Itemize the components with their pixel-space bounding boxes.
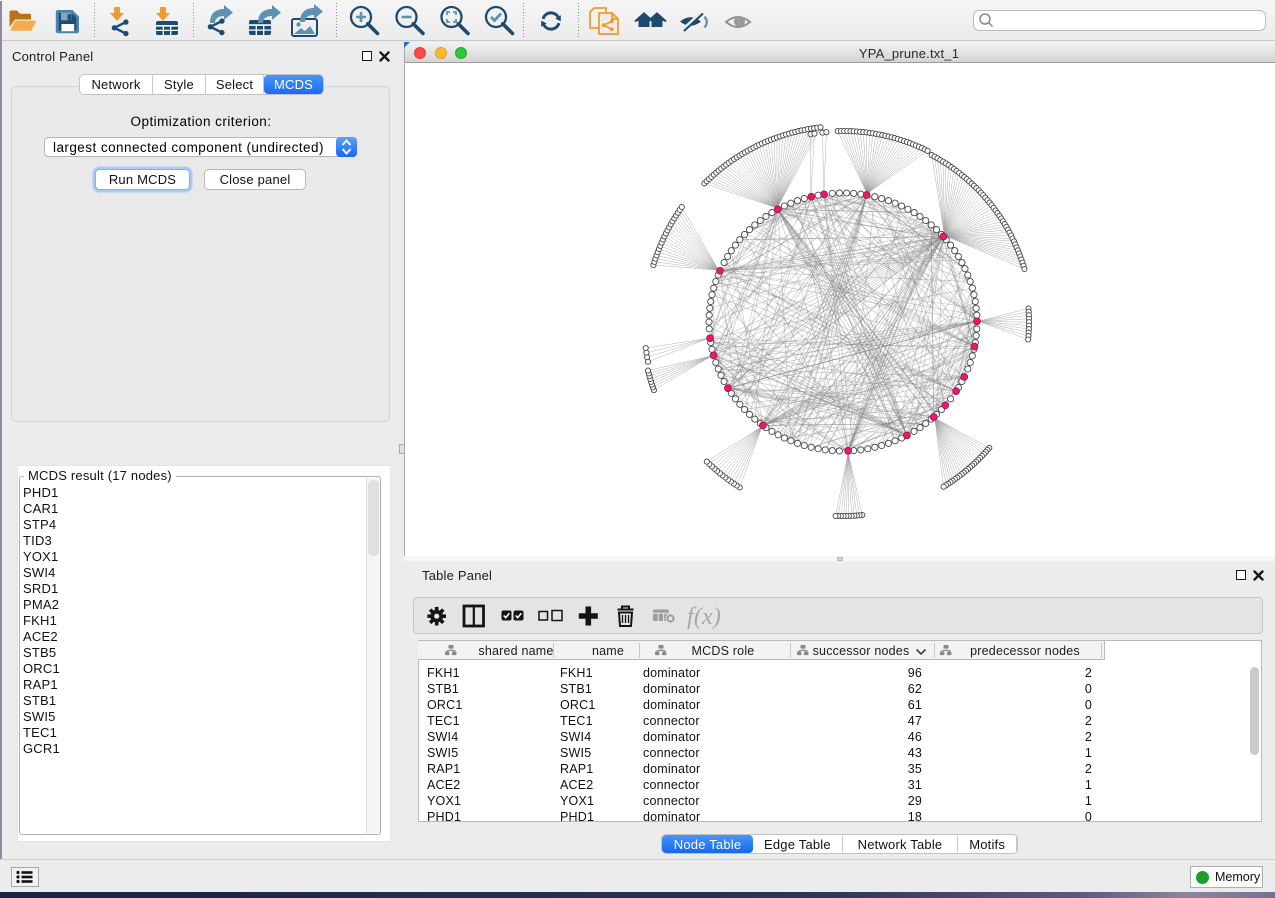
svg-text:f(x): f(x) xyxy=(687,604,721,630)
